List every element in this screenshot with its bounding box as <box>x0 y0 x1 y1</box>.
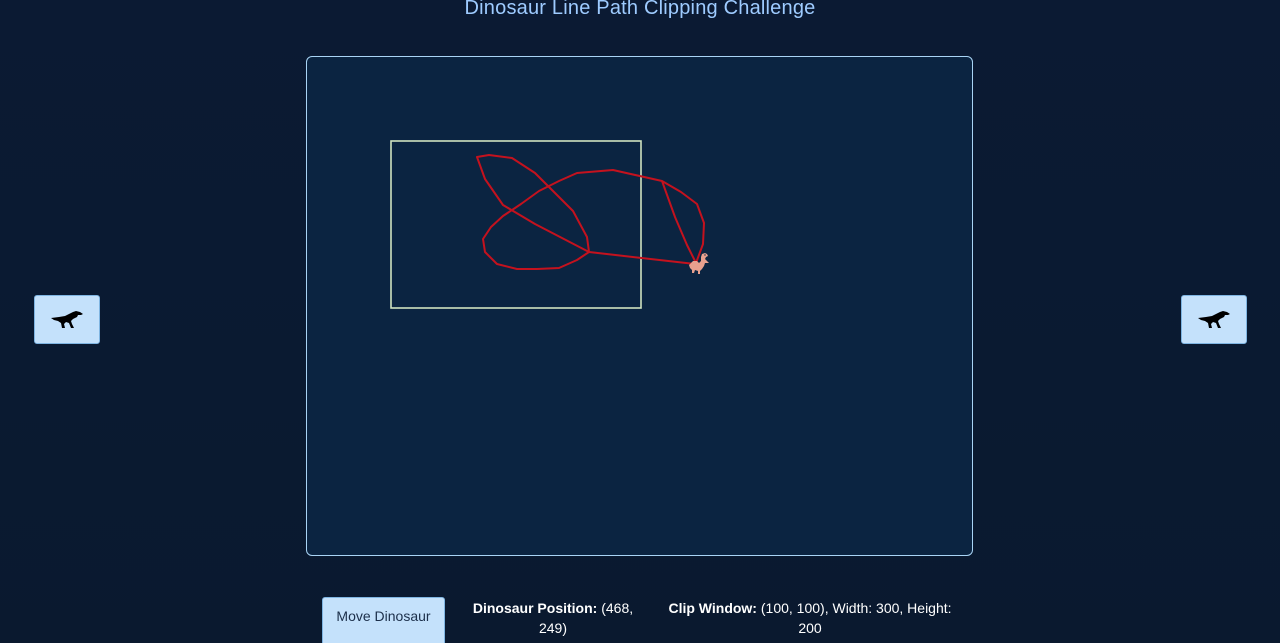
page-title: Dinosaur Line Path Clipping Challenge <box>464 0 816 19</box>
page: Dinosaur Line Path Clipping Challenge Mo… <box>0 0 1280 643</box>
canvas-svg <box>390 140 709 309</box>
move-dinosaur-button[interactable]: Move Dinosaur <box>322 597 445 643</box>
drawing-canvas[interactable] <box>306 56 973 556</box>
dinosaur-icon <box>1198 310 1230 328</box>
clip-window-value: (100, 100), Width: 300, Height: 200 <box>760 600 952 636</box>
dinosaur-position-info: Dinosaur Position: (468, 249) <box>470 598 636 638</box>
dinosaur-icon <box>51 310 83 328</box>
dinosaur-path <box>476 154 705 270</box>
clip-window-info: Clip Window: (100, 100), Width: 300, Hei… <box>662 598 958 638</box>
dinosaur-position-label: Dinosaur Position: <box>472 600 598 616</box>
left-dinosaur-button[interactable] <box>34 295 100 344</box>
clip-window-label: Clip Window: <box>668 600 757 616</box>
clip-window <box>390 140 642 309</box>
controls-bar: Move Dinosaur Dinosaur Position: (468, 2… <box>0 596 1280 643</box>
right-dinosaur-button[interactable] <box>1181 295 1247 344</box>
